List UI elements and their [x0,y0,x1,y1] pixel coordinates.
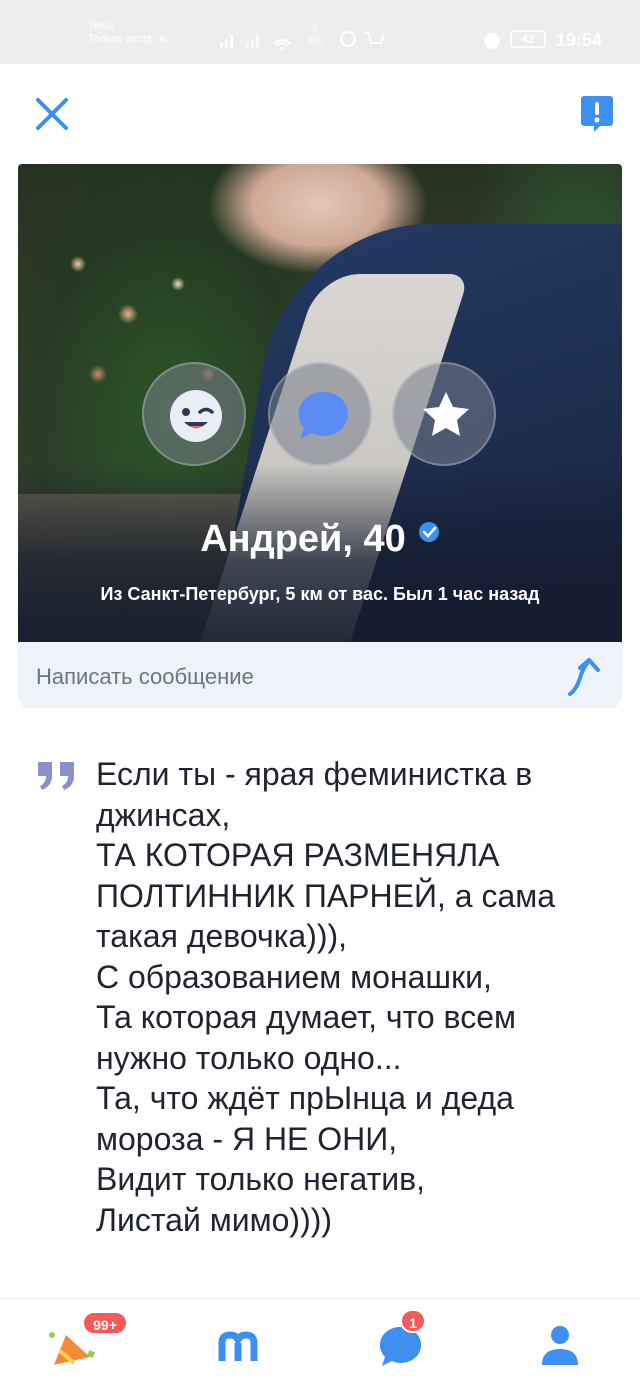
profile-subtitle: Из Санкт-Петербург, 5 км от вас. Был 1 ч… [100,584,540,604]
nav-profile[interactable] [518,1311,598,1375]
profile-icon [542,1326,578,1365]
chat-button[interactable] [268,362,372,466]
star-icon [423,392,469,436]
carrier-name: Tele2 [88,20,115,32]
message-placeholder: Написать сообщение [36,664,254,689]
about-text: Если ты - ярая феминистка в джинсах, ТА … [96,756,556,1238]
bottom-nav: 99+ 1 [0,1298,640,1387]
events-badge: 99+ [82,1311,128,1335]
carrier-status: Только экстр. в... [88,33,175,45]
nav-meetings[interactable] [200,1311,280,1375]
close-button[interactable] [32,94,72,134]
signal-icon [220,35,291,50]
quote-icon [38,762,74,790]
alarm-icon [484,33,500,49]
nav-events[interactable]: 99+ [30,1311,128,1375]
chat-bubble-icon [298,391,348,439]
send-button[interactable] [562,654,606,698]
profile-photo[interactable]: Андрей, 40 Из Санкт-Петербург, 5 км от в… [18,164,622,642]
clock: 19:54 [556,30,603,50]
close-icon [36,98,68,130]
favorite-button[interactable] [392,362,496,466]
speed-value: 0 [312,24,318,35]
speed-unit: K/s [308,36,323,47]
vpn-cart-icon [340,31,385,47]
battery-indicator: 42 [510,30,546,48]
profile-name: Андрей, 40 [18,518,622,561]
top-bar [0,64,640,164]
wink-icon [170,390,222,442]
wink-button[interactable] [142,362,246,466]
network-speed: 0 K/s [308,24,322,48]
meetings-icon [218,1331,258,1361]
nav-chats[interactable]: 1 [358,1309,438,1375]
profile-name-text: Андрей, 40 [200,518,406,560]
message-input[interactable]: Написать сообщение [18,642,622,708]
report-icon [581,96,613,132]
status-bar: Tele2 Только экстр. в... 0 K/s 42 19:54 [0,0,640,64]
chats-badge: 1 [400,1309,426,1333]
report-button[interactable] [580,94,614,134]
carrier-info: Tele2 Только экстр. в... [88,20,174,46]
send-arrow-icon [568,658,600,696]
verified-badge-icon [418,522,439,542]
